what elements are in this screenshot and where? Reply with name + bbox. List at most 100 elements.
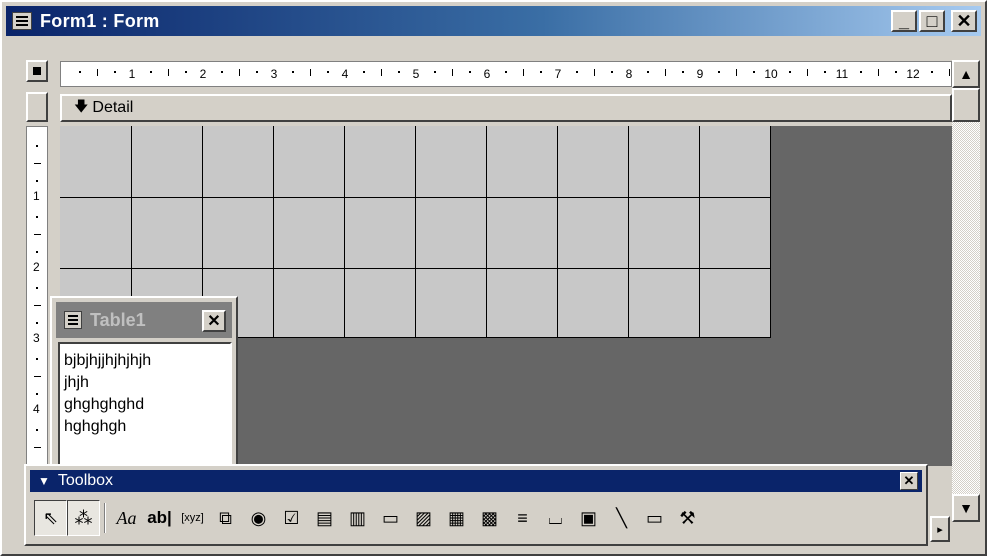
field-list-item[interactable]: jhjh xyxy=(64,372,230,394)
detail-section-header[interactable]: 🡇 Detail xyxy=(60,94,952,122)
unbound-object-frame-tool[interactable]: ▦ xyxy=(440,500,473,536)
option-group-tool[interactable]: [xyz] xyxy=(176,500,209,536)
line-tool[interactable]: ╲ xyxy=(605,500,638,536)
subform-tool[interactable]: ▣ xyxy=(572,500,605,536)
ruler-tick xyxy=(167,69,169,76)
section-selector[interactable] xyxy=(26,92,48,122)
select-objects-tool[interactable]: ⇖ xyxy=(34,500,67,536)
rectangle-tool[interactable]: ▭ xyxy=(638,500,671,536)
command-button-tool[interactable]: ▭ xyxy=(374,500,407,536)
ruler-tick xyxy=(593,69,595,76)
ruler-tick xyxy=(34,233,41,235)
ruler-tick xyxy=(256,71,259,73)
ruler-tick xyxy=(220,71,223,73)
ruler-tick xyxy=(36,322,38,325)
toolbox-title-bar[interactable]: ▼ Toolbox ✕ xyxy=(30,470,922,492)
title-bar[interactable]: Form1 : Form _ □ ✕ xyxy=(6,6,981,36)
ruler-number: 1 xyxy=(128,67,136,81)
text-box-tool[interactable]: ab| xyxy=(143,500,176,536)
image-tool[interactable]: ▨ xyxy=(407,500,440,536)
section-arrow-icon: 🡇 xyxy=(74,98,89,114)
scroll-thumb[interactable] xyxy=(952,88,980,122)
field-list-item[interactable]: bjbjhjjhjhjhjh xyxy=(64,350,230,372)
ruler-tick xyxy=(646,71,649,73)
field-list-window[interactable]: Table1 ✕ bjbjhjjhjhjhjh jhjh ghghghghd hghg… xyxy=(50,296,238,468)
grid-line xyxy=(415,126,416,338)
check-box-tool[interactable]: ☑ xyxy=(275,500,308,536)
ruler-tick xyxy=(930,71,933,73)
form-selector[interactable] xyxy=(26,60,48,82)
scroll-down-button[interactable]: ▼ xyxy=(952,494,980,522)
toolbox-window[interactable]: ▼ Toolbox ✕ ⇖ ⁂ Aa ab| [xyz] ⧉ ◉ ☑ ▤ ▥ ▭ ▨ ▦ ▩ ≡ ⌴ ▣ ╲ ▭ ⚒ xyxy=(24,464,928,546)
ruler-tick xyxy=(948,69,950,76)
close-button[interactable]: ✕ xyxy=(951,10,977,32)
grid-line xyxy=(60,268,771,269)
bound-object-frame-tool[interactable]: ▩ xyxy=(473,500,506,536)
minimize-button[interactable]: _ xyxy=(891,10,917,32)
ruler-tick xyxy=(575,71,578,73)
toggle-button-tool[interactable]: ⧉ xyxy=(209,500,242,536)
toolbox-close-button[interactable]: ✕ xyxy=(900,472,918,490)
ruler-number: 8 xyxy=(625,67,633,81)
ruler-tick xyxy=(96,69,98,76)
toolbox-menu-icon[interactable]: ▼ xyxy=(38,474,50,488)
field-list-item[interactable]: ghghghghd xyxy=(64,394,230,416)
toolbox-more-button[interactable]: ▸ xyxy=(930,516,950,542)
combo-box-tool[interactable]: ▤ xyxy=(308,500,341,536)
ruler-tick xyxy=(36,428,38,431)
ruler-tick xyxy=(522,69,524,76)
ruler-tick xyxy=(735,69,737,76)
ruler-tick xyxy=(895,71,898,73)
more-controls-tool[interactable]: ⚒ xyxy=(671,500,704,536)
form-design-window: Form1 : Form _ □ ✕ 1 2 3 4 5 6 7 8 9 10 11 12 1234 … xyxy=(0,0,987,556)
field-list[interactable]: bjbjhjjhjhjhjh jhjh ghghghghd hghghgh xyxy=(58,342,232,466)
list-box-tool[interactable]: ▥ xyxy=(341,500,374,536)
horizontal-ruler[interactable]: 1 2 3 4 5 6 7 8 9 10 11 12 xyxy=(60,61,952,87)
label-tool[interactable]: Aa xyxy=(110,500,143,536)
toolbox-separator xyxy=(104,503,106,533)
ruler-number: 4 xyxy=(33,402,40,416)
ruler-number: 7 xyxy=(554,67,562,81)
grid-line xyxy=(628,126,629,338)
ruler-tick xyxy=(34,375,41,377)
ruler-tick xyxy=(611,71,614,73)
tab-control-tool[interactable]: ⌴ xyxy=(539,500,572,536)
ruler-tick xyxy=(36,144,38,147)
ruler-number: 10 xyxy=(764,67,778,81)
form-icon[interactable] xyxy=(12,12,32,30)
vertical-ruler[interactable]: 1 2 3 4 xyxy=(26,126,48,466)
ruler-tick xyxy=(362,71,365,73)
grid-line xyxy=(60,197,771,198)
ruler-tick xyxy=(717,71,720,73)
ruler-number: 6 xyxy=(483,67,491,81)
ruler-number: 2 xyxy=(33,260,40,274)
scroll-up-button[interactable]: ▲ xyxy=(952,60,980,88)
page-break-tool[interactable]: ≡ xyxy=(506,500,539,536)
ruler-tick xyxy=(309,69,311,76)
ruler-number: 9 xyxy=(696,67,704,81)
field-list-close-button[interactable]: ✕ xyxy=(202,310,226,332)
ruler-tick xyxy=(664,69,666,76)
ruler-tick xyxy=(36,393,38,396)
grid-line xyxy=(344,126,345,338)
ruler-tick xyxy=(824,71,827,73)
ruler-tick xyxy=(36,357,38,360)
ruler-number: 4 xyxy=(341,67,349,81)
control-wizards-tool[interactable]: ⁂ xyxy=(67,500,100,536)
ruler-number: 3 xyxy=(270,67,278,81)
ruler-tick xyxy=(114,71,117,73)
ruler-tick xyxy=(238,69,240,76)
ruler-number: 5 xyxy=(412,67,420,81)
ruler-number: 12 xyxy=(906,67,920,81)
field-list-item[interactable]: hghghgh xyxy=(64,416,230,438)
grid-line xyxy=(770,126,771,338)
grid-line xyxy=(699,126,700,338)
ruler-tick xyxy=(877,69,879,76)
table-icon xyxy=(64,311,82,329)
option-button-tool[interactable]: ◉ xyxy=(242,500,275,536)
field-list-title-bar[interactable]: Table1 ✕ xyxy=(56,302,232,338)
ruler-number: 2 xyxy=(199,67,207,81)
ruler-tick xyxy=(291,71,294,73)
vertical-scrollbar[interactable]: ▲ ▼ xyxy=(952,60,980,522)
maximize-button[interactable]: □ xyxy=(919,10,945,32)
